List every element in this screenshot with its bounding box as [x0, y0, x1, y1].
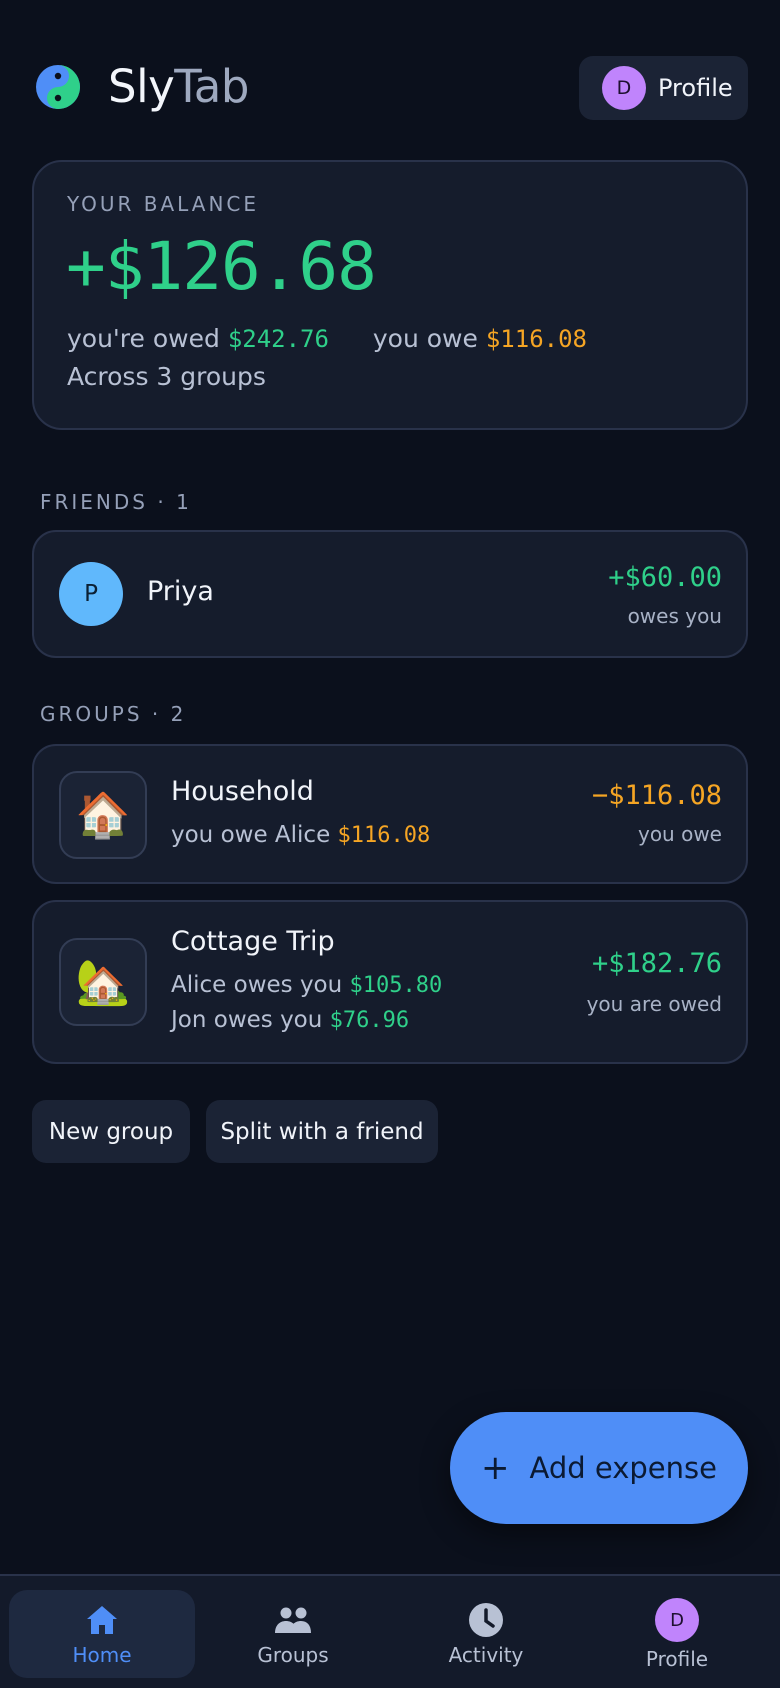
nav-activity[interactable]: Activity: [393, 1590, 579, 1678]
balance-amount: +$126.68: [66, 228, 377, 305]
group-detail-text: Alice owes you: [171, 972, 343, 998]
group-card-cottage-trip[interactable]: 🏡 Cottage Trip Alice owes you $105.80 Jo…: [32, 900, 748, 1064]
friend-card-priya[interactable]: P Priya +$60.00 owes you: [32, 530, 748, 658]
group-detail-line: Alice owes you $105.80: [171, 972, 442, 998]
plus-icon: +: [481, 1448, 510, 1488]
clock-icon: [469, 1603, 503, 1637]
split-with-friend-button[interactable]: Split with a friend: [206, 1100, 438, 1163]
group-detail-text: Jon owes you: [171, 1007, 323, 1033]
nav-groups[interactable]: Groups: [200, 1590, 386, 1678]
group-balance-amount: −$116.08: [591, 780, 722, 811]
cottage-icon: 🏡: [59, 938, 147, 1026]
owed-label: you're owed: [67, 324, 220, 353]
nav-home-label: Home: [72, 1643, 132, 1667]
balance-summary: you're owed $242.76 you owe $116.08: [67, 324, 587, 353]
owe-amount: $116.08: [485, 325, 587, 353]
nav-profile[interactable]: D Profile: [584, 1590, 770, 1678]
add-expense-label: Add expense: [529, 1451, 717, 1485]
nav-groups-label: Groups: [257, 1643, 329, 1667]
bottom-nav: Home Groups Activity D Profile: [0, 1574, 780, 1688]
balance-card: YOUR BALANCE +$126.68 you're owed $242.7…: [32, 160, 748, 430]
group-balance-status: you are owed: [586, 992, 722, 1016]
group-balance-status: you owe: [637, 822, 722, 846]
balance-label: YOUR BALANCE: [67, 192, 260, 216]
app-logo-text: SlyTab: [108, 58, 249, 116]
people-icon: [275, 1607, 311, 1633]
profile-button[interactable]: D Profile: [579, 56, 748, 120]
avatar: D: [655, 1598, 699, 1642]
group-detail-line: Jon owes you $76.96: [171, 1007, 409, 1033]
friend-avatar: P: [59, 562, 123, 626]
home-icon: [87, 1606, 117, 1634]
friend-balance-status: owes you: [627, 604, 722, 628]
group-card-household[interactable]: 🏠 Household you owe Alice $116.08 −$116.…: [32, 744, 748, 884]
group-detail-amount: $116.08: [337, 823, 431, 848]
group-detail-amount: $76.96: [329, 1008, 410, 1033]
nav-activity-label: Activity: [448, 1643, 524, 1667]
groups-section-title: GROUPS · 2: [40, 702, 187, 726]
group-balance-amount: +$182.76: [591, 948, 722, 979]
owed-amount: $242.76: [227, 325, 329, 353]
friend-balance-amount: +$60.00: [608, 562, 722, 593]
group-name: Household: [171, 776, 314, 807]
logo-icon: [36, 65, 80, 109]
group-detail-text: you owe Alice: [171, 822, 331, 848]
house-icon: 🏠: [59, 771, 147, 859]
owe-label: you owe: [372, 324, 478, 353]
nav-home[interactable]: Home: [9, 1590, 195, 1678]
app-header: SlyTab D Profile: [0, 0, 780, 175]
app-root: SlyTab D Profile YOUR BALANCE +$126.68 y…: [0, 0, 780, 1688]
groups-count: Across 3 groups: [67, 362, 266, 391]
new-group-button[interactable]: New group: [32, 1100, 190, 1163]
group-detail-amount: $105.80: [349, 973, 443, 998]
profile-button-label: Profile: [658, 74, 733, 102]
friends-section-title: FRIENDS · 1: [40, 490, 192, 514]
group-name: Cottage Trip: [171, 926, 335, 957]
nav-profile-label: Profile: [645, 1647, 709, 1671]
brand-part-2: Tab: [174, 60, 249, 113]
group-detail-line: you owe Alice $116.08: [171, 822, 430, 848]
brand-part-1: Sly: [108, 60, 175, 113]
avatar: D: [602, 66, 646, 110]
add-expense-button[interactable]: + Add expense: [450, 1412, 748, 1524]
friend-name: Priya: [147, 576, 214, 607]
